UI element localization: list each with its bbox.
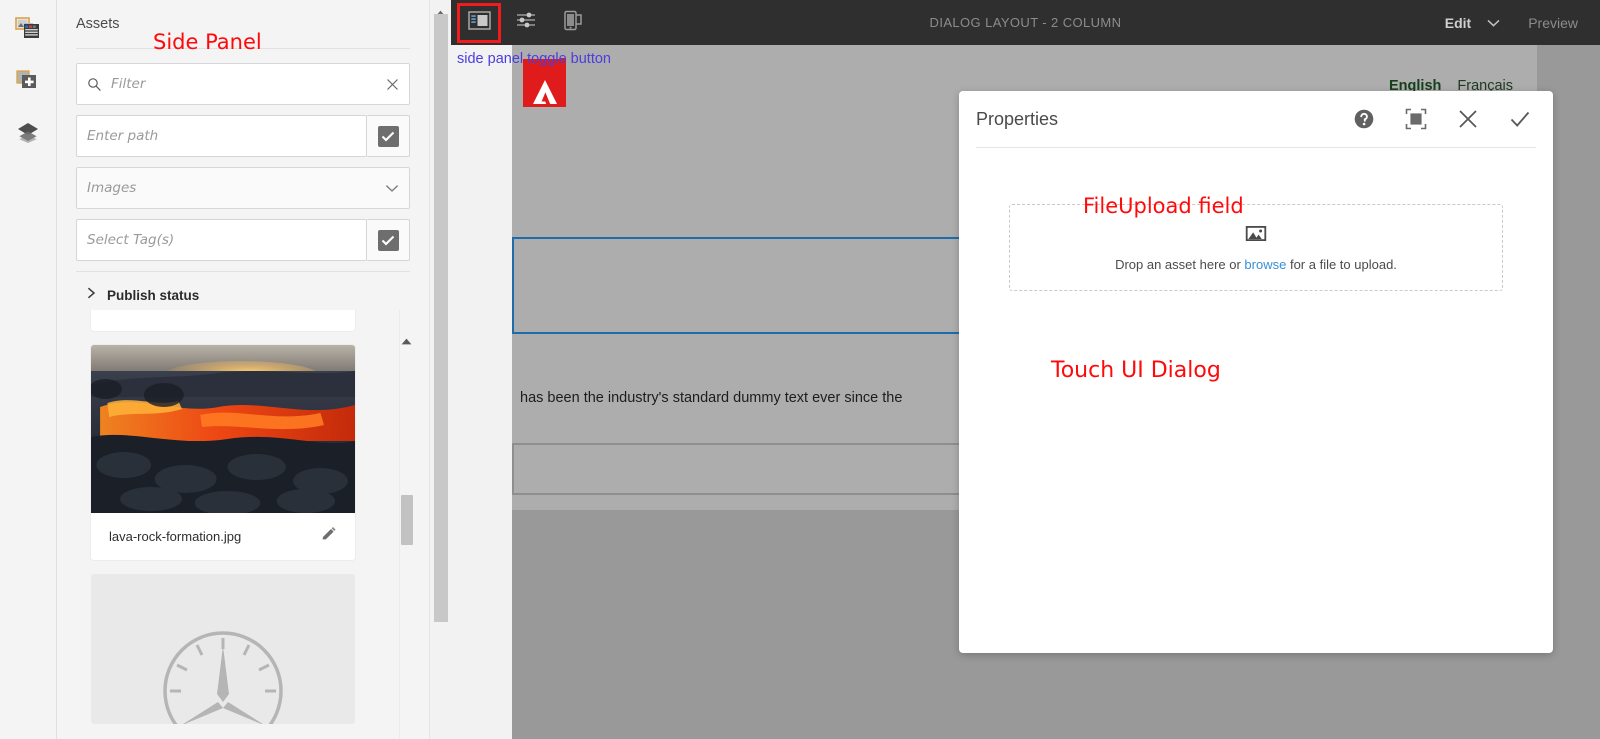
rail-item-assets[interactable] — [8, 10, 48, 50]
type-select-row: Images — [76, 167, 410, 209]
left-icon-rail — [0, 0, 57, 739]
tags-placeholder: Select Tag(s) — [87, 232, 175, 248]
page-scrollbar[interactable] — [430, 0, 451, 739]
filter-row: Filter — [76, 63, 410, 105]
sliders-icon — [515, 10, 537, 35]
checkmark-icon — [377, 125, 399, 147]
path-row: Enter path — [76, 115, 410, 157]
annotation-touch-ui-dialog: Touch UI Dialog — [1051, 358, 1221, 383]
help-icon[interactable] — [1353, 108, 1375, 130]
path-input[interactable]: Enter path — [76, 115, 367, 157]
app-root: Assets Side Panel Filter Enter path Imag… — [0, 0, 1600, 739]
asset-title: lava-rock-formation.jpg — [109, 529, 242, 544]
side-panel-filters: Filter Enter path Images Select Tag(s) — [57, 49, 429, 261]
side-panel-title: Assets — [76, 16, 120, 32]
asset-thumbnail — [91, 345, 355, 513]
chevron-down-icon — [385, 184, 399, 193]
checkmark-icon — [377, 229, 399, 251]
fileupload-instructions: Drop an asset here or browse for a file … — [1115, 257, 1397, 272]
scroll-up-arrow-icon[interactable] — [401, 332, 412, 350]
dialog-title: Properties — [976, 108, 1059, 129]
dropzone-text-after: for a file to upload. — [1286, 256, 1397, 272]
editor-canvas: DIALOG LAYOUT - 2 COLUMN Edit Preview si… — [451, 0, 1600, 739]
dialog-body: FileUpload field Drop an asset here or b… — [959, 148, 1553, 383]
asset-card-partial[interactable] — [91, 310, 355, 331]
side-panel-header: Assets Side Panel — [57, 0, 429, 54]
editor-title: DIALOG LAYOUT - 2 COLUMN — [929, 15, 1122, 30]
type-select[interactable]: Images — [76, 167, 410, 209]
components-icon — [15, 68, 41, 97]
annotation-side-panel-toggle: side panel toggle button — [457, 51, 611, 67]
device-icon — [562, 10, 584, 36]
tags-confirm-button[interactable] — [367, 219, 410, 261]
page-information-button[interactable] — [507, 6, 545, 40]
asset-list-scroll-thumb[interactable] — [401, 495, 413, 545]
asset-results: lava-rock-formation.jpg — [57, 310, 429, 739]
asset-meta-partial — [91, 310, 355, 331]
assets-finder-icon — [15, 16, 41, 45]
edit-pencil-icon[interactable] — [320, 526, 337, 548]
mode-edit-button[interactable]: Edit — [1439, 15, 1477, 31]
rail-item-components[interactable] — [8, 62, 48, 102]
asset-card[interactable]: lava-rock-formation.jpg — [91, 345, 355, 560]
filter-placeholder: Filter — [111, 76, 146, 92]
path-confirm-button[interactable] — [367, 115, 410, 157]
close-icon[interactable] — [1457, 108, 1479, 130]
mode-dropdown-caret-icon[interactable] — [1477, 19, 1522, 27]
asset-card-placeholder[interactable] — [91, 574, 355, 724]
page-left-gutter — [451, 45, 512, 739]
editor-toolbar: DIALOG LAYOUT - 2 COLUMN Edit Preview — [451, 0, 1600, 45]
publish-status-label: Publish status — [107, 287, 200, 303]
clear-filter-icon[interactable] — [386, 78, 399, 91]
annotation-fileupload-field: FileUpload field — [1083, 194, 1244, 218]
toolbar-right-actions: Edit Preview — [1439, 15, 1600, 31]
type-select-value: Images — [87, 180, 137, 196]
browse-link[interactable]: browse — [1244, 257, 1286, 272]
properties-dialog: Properties FileUpload field Drop an asse… — [959, 91, 1553, 653]
page-scroll-thumb[interactable] — [434, 14, 448, 622]
image-placeholder-icon — [1245, 224, 1267, 248]
assets-side-panel: Assets Side Panel Filter Enter path Imag… — [57, 0, 430, 739]
annotation-side-panel: Side Panel — [153, 30, 262, 54]
chevron-right-icon — [87, 286, 96, 304]
asset-meta: lava-rock-formation.jpg — [91, 513, 355, 560]
fullscreen-icon[interactable] — [1405, 108, 1427, 130]
emulator-button[interactable] — [554, 6, 592, 40]
preview-button[interactable]: Preview — [1522, 15, 1584, 31]
dropzone-text-before: Drop an asset here or — [1115, 256, 1245, 272]
dialog-actions — [1353, 108, 1531, 130]
check-icon[interactable] — [1509, 108, 1531, 130]
path-placeholder: Enter path — [87, 128, 159, 144]
dialog-header: Properties — [959, 91, 1553, 147]
side-panel-toggle-button[interactable] — [457, 2, 501, 43]
rail-item-layers[interactable] — [8, 114, 48, 154]
asset-results-scroll: lava-rock-formation.jpg — [57, 310, 389, 739]
filter-input[interactable]: Filter — [76, 63, 410, 105]
layers-icon — [15, 120, 41, 149]
tags-row: Select Tag(s) — [76, 219, 410, 261]
search-icon — [87, 77, 102, 92]
tags-input[interactable]: Select Tag(s) — [76, 219, 367, 261]
side-panel-icon — [467, 10, 491, 35]
compass-placeholder-icon — [148, 616, 298, 724]
asset-list-scrollbar[interactable] — [399, 310, 413, 739]
